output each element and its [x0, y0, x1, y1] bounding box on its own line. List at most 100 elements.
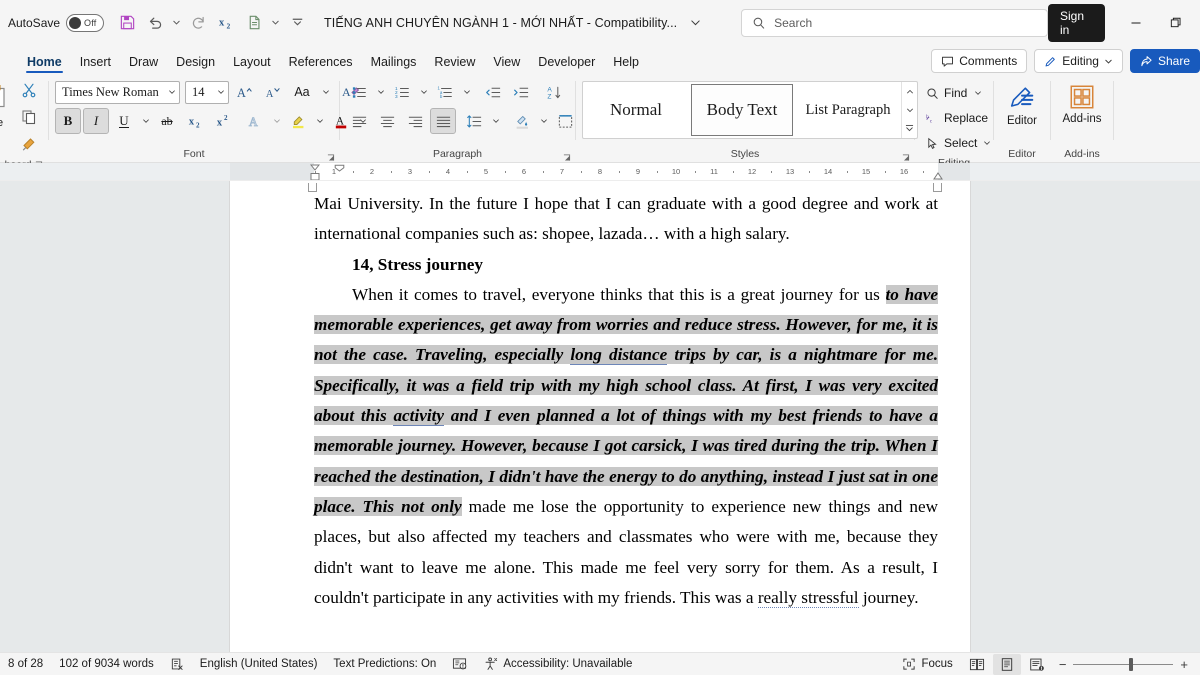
zoom-slider[interactable]: − +	[1053, 657, 1194, 672]
find-button[interactable]: Find	[921, 81, 996, 105]
tab-layout[interactable]: Layout	[224, 53, 280, 75]
replace-button[interactable]: bc Replace	[921, 106, 996, 130]
underline-chevron-down-icon[interactable]	[139, 108, 152, 134]
word-count-indicator[interactable]: 102 of 9034 words	[51, 654, 162, 675]
superscript-button[interactable]: x2	[210, 108, 236, 134]
bullets-icon[interactable]	[346, 79, 372, 105]
undo-chevron-down-icon[interactable]	[170, 10, 183, 36]
customize-quick-access-toolbar-icon[interactable]	[284, 10, 310, 36]
editing-mode-button[interactable]: Editing	[1034, 49, 1123, 73]
horizontal-ruler[interactable]: 1 2 3 4 5 6 7 8 9 10 11 12 13 14 15 16	[0, 163, 1200, 181]
editor-button[interactable]: Editor	[994, 79, 1050, 127]
left-indent-marker[interactable]	[310, 172, 320, 181]
style-item-body-text[interactable]: Body Text	[691, 84, 793, 136]
line-spacing-icon[interactable]	[461, 108, 487, 134]
font-name-chevron-down-icon[interactable]	[166, 79, 177, 105]
line-spacing-chevron-down-icon[interactable]	[489, 108, 502, 134]
autosave-toggle[interactable]: Off	[66, 14, 104, 32]
document-page[interactable]: Mai University. In the future I hope tha…	[230, 181, 970, 652]
font-size-combobox[interactable]: 14	[185, 81, 229, 104]
run-suggestion-activity[interactable]: activity	[393, 406, 444, 426]
numbering-icon[interactable]: 123	[389, 79, 415, 105]
print-layout-button[interactable]	[993, 654, 1021, 675]
zoom-in-button[interactable]: +	[1180, 657, 1188, 672]
bullets-chevron-down-icon[interactable]	[374, 79, 387, 105]
autosave-control[interactable]: AutoSave Off	[8, 14, 104, 32]
change-case-icon[interactable]: Aa	[287, 79, 317, 105]
hanging-indent-marker[interactable]	[334, 164, 345, 172]
zoom-track[interactable]	[1073, 664, 1173, 665]
document-title-chevron-down-icon[interactable]	[687, 11, 703, 35]
font-dialog-launcher-icon[interactable]	[327, 154, 335, 162]
styles-dialog-launcher-icon[interactable]	[902, 154, 910, 162]
right-indent-marker[interactable]	[933, 172, 943, 180]
format-painter-icon[interactable]	[16, 131, 42, 157]
web-layout-button[interactable]	[1023, 654, 1051, 675]
share-button[interactable]: Share	[1130, 49, 1200, 73]
tab-view[interactable]: View	[484, 53, 529, 75]
tab-design[interactable]: Design	[167, 53, 224, 75]
zoom-out-button[interactable]: −	[1059, 657, 1067, 672]
sign-in-button[interactable]: Sign in	[1048, 4, 1105, 42]
first-line-indent-marker[interactable]	[310, 164, 320, 171]
zoom-thumb[interactable]	[1129, 658, 1133, 671]
cut-icon[interactable]	[16, 77, 42, 103]
text-predictions-indicator[interactable]: Text Predictions: On	[325, 654, 444, 675]
font-size-chevron-down-icon[interactable]	[215, 79, 226, 105]
decrease-indent-icon[interactable]	[480, 79, 506, 105]
decrease-font-size-icon[interactable]: A	[259, 79, 285, 105]
highlight-chevron-down-icon[interactable]	[313, 108, 326, 134]
tab-developer[interactable]: Developer	[529, 53, 604, 75]
text-effects-icon[interactable]: A	[242, 108, 268, 134]
italic-button[interactable]: I	[83, 108, 109, 134]
justify-icon[interactable]	[430, 108, 456, 134]
text-effects-chevron-down-icon[interactable]	[270, 108, 283, 134]
new-document-chevron-down-icon[interactable]	[269, 10, 282, 36]
save-icon[interactable]	[114, 10, 140, 36]
select-chevron-down-icon[interactable]	[983, 139, 991, 147]
comments-button[interactable]: Comments	[931, 49, 1027, 73]
tab-references[interactable]: References	[280, 53, 362, 75]
tab-home[interactable]: Home	[18, 53, 71, 75]
text-highlight-color-icon[interactable]	[285, 108, 311, 134]
search-input[interactable]: Search	[741, 9, 1048, 37]
style-item-list-paragraph[interactable]: List Paragraph	[797, 84, 899, 136]
tab-mailings[interactable]: Mailings	[362, 53, 426, 75]
language-indicator[interactable]: English (United States)	[192, 654, 326, 675]
copy-icon[interactable]	[16, 104, 42, 130]
tab-insert[interactable]: Insert	[71, 53, 120, 75]
addins-button[interactable]: Add-ins	[1054, 79, 1110, 125]
change-case-chevron-down-icon[interactable]	[319, 79, 332, 105]
multilevel-list-chevron-down-icon[interactable]	[460, 79, 473, 105]
new-document-icon[interactable]	[241, 10, 267, 36]
redo-icon[interactable]	[185, 10, 211, 36]
align-center-icon[interactable]	[374, 108, 400, 134]
align-right-icon[interactable]	[402, 108, 428, 134]
multilevel-list-icon[interactable]: 1ab	[432, 79, 458, 105]
focus-mode-button[interactable]: Focus	[894, 654, 960, 675]
shading-chevron-down-icon[interactable]	[537, 108, 550, 134]
page-content[interactable]: Mai University. In the future I hope tha…	[230, 181, 970, 613]
undo-icon[interactable]	[142, 10, 168, 36]
borders-icon[interactable]	[552, 108, 578, 134]
numbering-chevron-down-icon[interactable]	[417, 79, 430, 105]
tab-help[interactable]: Help	[604, 53, 648, 75]
sort-icon[interactable]: AZ	[541, 79, 567, 105]
shading-icon[interactable]	[509, 108, 535, 134]
paragraph-heading[interactable]: 14, Stress journey	[314, 250, 938, 280]
subscript-button[interactable]: x2	[182, 108, 208, 134]
style-item-normal[interactable]: Normal	[585, 84, 687, 136]
align-left-icon[interactable]	[346, 108, 372, 134]
tab-draw[interactable]: Draw	[120, 53, 167, 75]
accessibility-button[interactable]: Accessibility: Unavailable	[475, 654, 640, 675]
tab-review[interactable]: Review	[425, 53, 484, 75]
strikethrough-button[interactable]: ab	[154, 108, 180, 134]
minimize-icon[interactable]	[1117, 8, 1155, 38]
find-chevron-down-icon[interactable]	[974, 89, 982, 97]
paragraph-body[interactable]: When it comes to travel, everyone thinks…	[314, 280, 938, 613]
underline-button[interactable]: U	[111, 108, 137, 134]
font-name-combobox[interactable]: Times New Roman	[55, 81, 180, 104]
page-number-indicator[interactable]: 8 of 28	[0, 654, 51, 675]
increase-indent-icon[interactable]	[508, 79, 534, 105]
styles-gallery[interactable]: Normal Body Text List Paragraph	[582, 81, 918, 139]
